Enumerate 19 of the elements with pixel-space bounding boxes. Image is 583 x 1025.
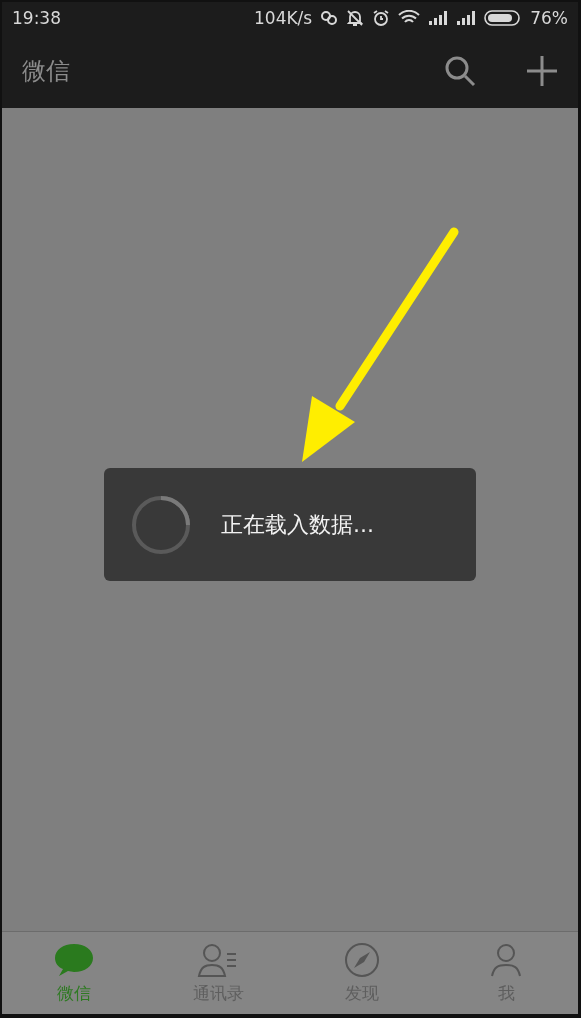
alarm-icon <box>372 8 391 27</box>
link-icon <box>320 9 339 26</box>
chat-bubble-icon <box>54 941 94 978</box>
spinner-icon <box>131 494 191 555</box>
status-time: 19:38 <box>12 7 62 28</box>
network-speed: 104K/s <box>254 7 313 28</box>
tab[interactable]: 微信 <box>2 932 146 1014</box>
signal-icon <box>428 10 449 25</box>
compass-icon <box>344 941 380 978</box>
add-icon[interactable] <box>526 54 558 87</box>
person-icon <box>488 941 524 978</box>
contacts-icon <box>197 941 239 978</box>
bell-muted-icon <box>346 8 365 27</box>
battery-icon <box>484 9 523 26</box>
battery-level: 76% <box>530 7 568 28</box>
signal-icon <box>456 10 477 25</box>
search-icon[interactable] <box>444 54 476 87</box>
loading-text: 正在载入数据... <box>221 510 374 539</box>
app-title: 微信 <box>22 55 71 87</box>
